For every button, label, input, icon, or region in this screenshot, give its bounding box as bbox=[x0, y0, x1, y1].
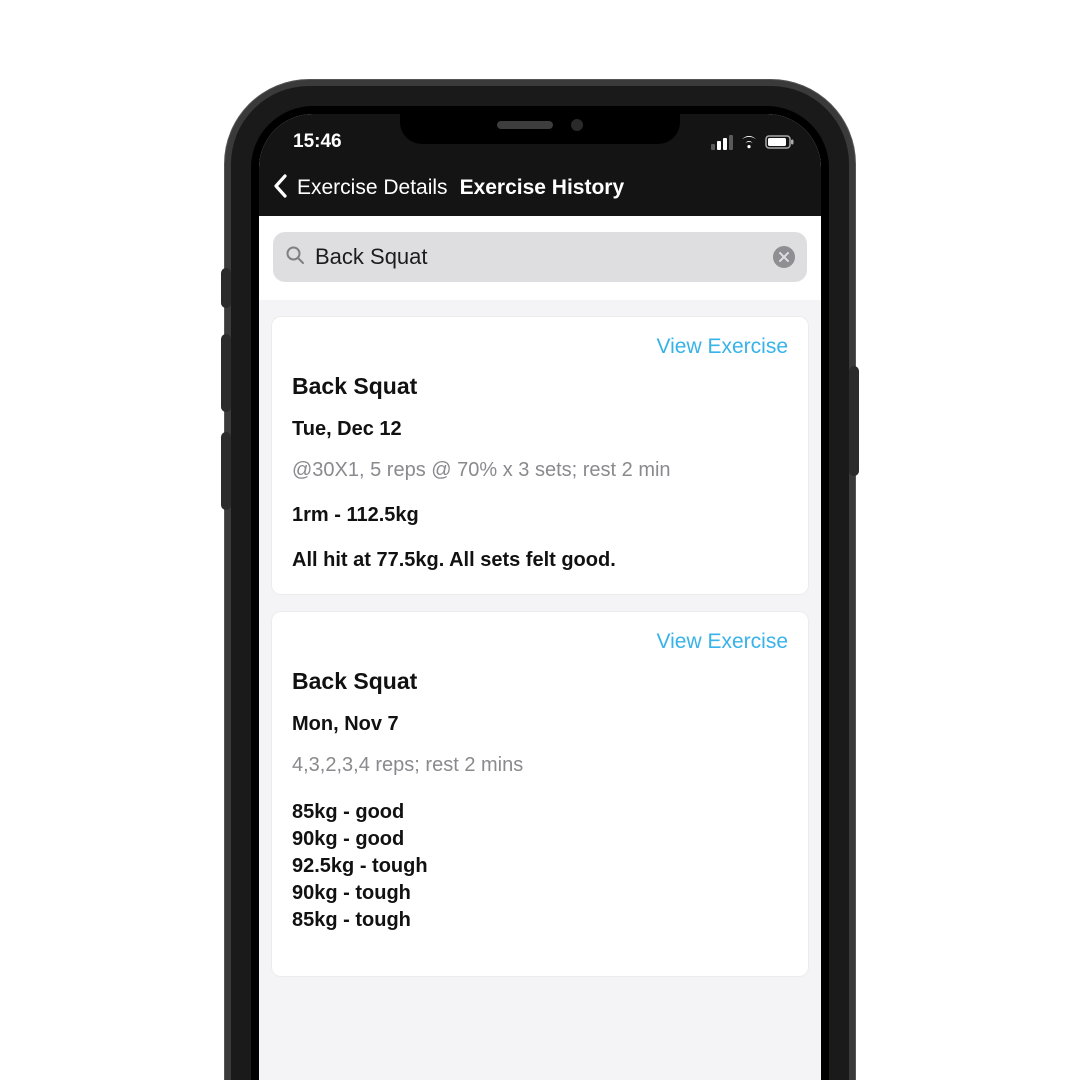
exercise-name: Back Squat bbox=[292, 373, 788, 400]
notch bbox=[400, 106, 680, 144]
wifi-icon bbox=[739, 135, 759, 149]
power-button[interactable] bbox=[849, 366, 859, 476]
page-title: Exercise History bbox=[460, 176, 625, 200]
history-card: View Exercise Back Squat Tue, Dec 12 @30… bbox=[271, 316, 809, 595]
exercise-note: All hit at 77.5kg. All sets felt good. bbox=[292, 549, 788, 572]
front-camera bbox=[571, 119, 583, 131]
set-line: 92.5kg - tough bbox=[292, 853, 788, 880]
battery-icon bbox=[765, 135, 795, 149]
exercise-prescription: 4,3,2,3,4 reps; rest 2 mins bbox=[292, 754, 788, 777]
set-line: 90kg - good bbox=[292, 826, 788, 853]
screen: 15:46 bbox=[259, 114, 821, 1080]
search-icon bbox=[285, 245, 305, 270]
speaker-grille bbox=[497, 121, 553, 129]
set-line: 85kg - good bbox=[292, 799, 788, 826]
set-line: 90kg - tough bbox=[292, 880, 788, 907]
clear-search-button[interactable] bbox=[773, 246, 795, 268]
content: View Exercise Back Squat Tue, Dec 12 @30… bbox=[259, 216, 821, 1080]
status-time: 15:46 bbox=[293, 131, 342, 153]
nav-bar: Exercise Details Exercise History bbox=[259, 164, 821, 216]
cellular-icon bbox=[711, 135, 733, 150]
phone-frame: 15:46 bbox=[231, 86, 849, 1080]
exercise-metric: 1rm - 112.5kg bbox=[292, 504, 788, 527]
back-button[interactable] bbox=[271, 174, 291, 203]
set-results: 85kg - good 90kg - good 92.5kg - tough 9… bbox=[292, 799, 788, 934]
set-line: 85kg - tough bbox=[292, 907, 788, 934]
exercise-name: Back Squat bbox=[292, 668, 788, 695]
exercise-date: Tue, Dec 12 bbox=[292, 418, 788, 441]
view-exercise-link[interactable]: View Exercise bbox=[657, 335, 789, 358]
volume-down-button[interactable] bbox=[221, 432, 231, 510]
search-input[interactable] bbox=[315, 244, 763, 270]
history-card: View Exercise Back Squat Mon, Nov 7 4,3,… bbox=[271, 611, 809, 977]
search-field[interactable] bbox=[273, 232, 807, 282]
view-exercise-link[interactable]: View Exercise bbox=[657, 630, 789, 653]
mute-switch[interactable] bbox=[221, 268, 231, 308]
volume-up-button[interactable] bbox=[221, 334, 231, 412]
exercise-prescription: @30X1, 5 reps @ 70% x 3 sets; rest 2 min bbox=[292, 459, 788, 482]
exercise-date: Mon, Nov 7 bbox=[292, 713, 788, 736]
back-label[interactable]: Exercise Details bbox=[297, 176, 448, 200]
